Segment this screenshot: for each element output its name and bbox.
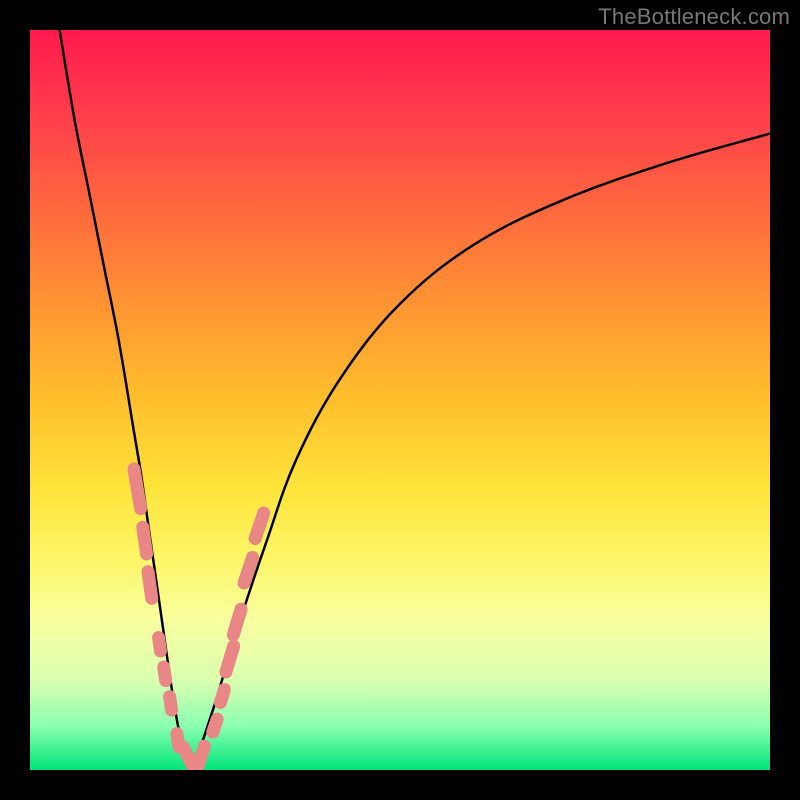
data-marker: [141, 564, 160, 605]
data-marker: [127, 461, 149, 516]
chart-overlay: [30, 30, 770, 770]
data-marker: [162, 689, 179, 717]
data-marker: [212, 681, 232, 710]
data-marker: [135, 520, 154, 561]
data-marker: [156, 660, 173, 688]
data-marker: [218, 638, 242, 680]
curve-left-branch: [60, 30, 193, 770]
marker-group: [127, 461, 272, 770]
data-marker: [151, 630, 168, 658]
chart-frame: TheBottleneck.com: [0, 0, 800, 800]
curve-right-branch: [193, 134, 770, 770]
data-marker: [225, 601, 249, 643]
watermark-text: TheBottleneck.com: [598, 4, 790, 30]
plot-area: [30, 30, 770, 770]
